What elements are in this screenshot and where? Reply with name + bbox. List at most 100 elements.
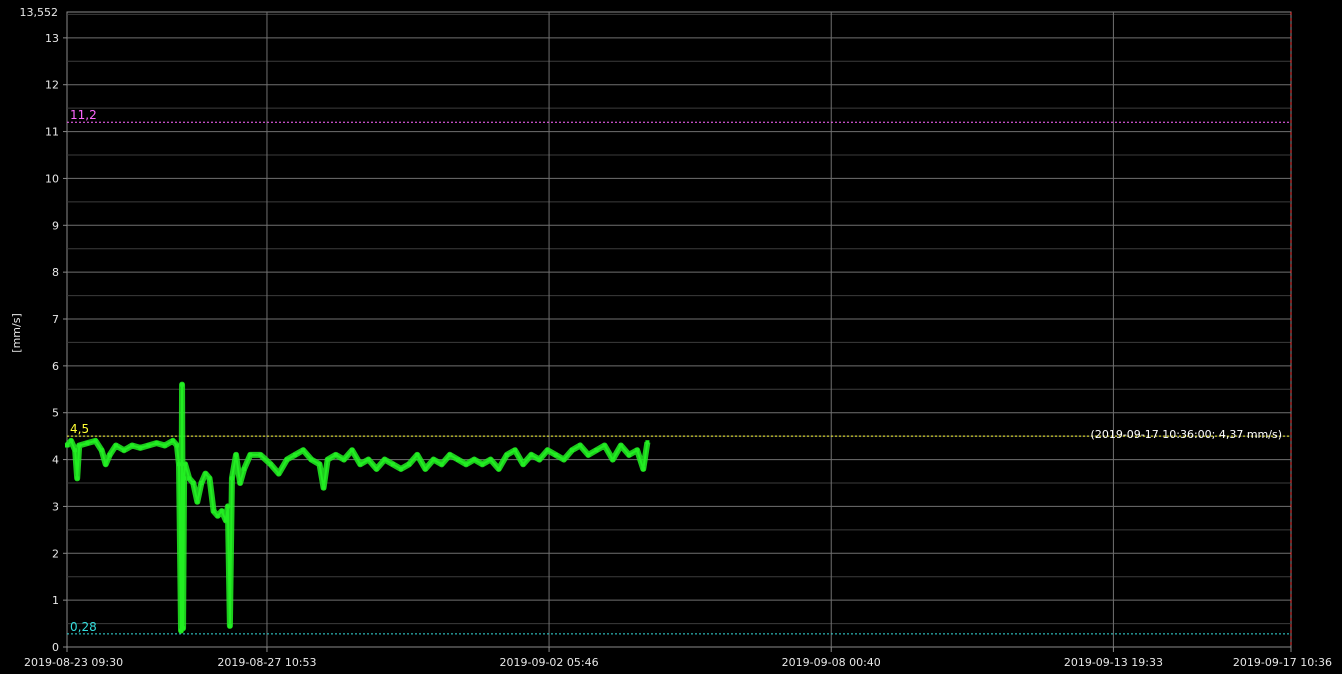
series-point — [321, 485, 326, 490]
series-point — [578, 443, 583, 448]
series-point — [73, 448, 78, 453]
y-tick-label: 11 — [45, 126, 59, 139]
series-point — [586, 452, 591, 457]
series-point — [176, 462, 181, 467]
series-point — [207, 476, 212, 481]
series-point — [512, 448, 517, 453]
series-point — [472, 457, 477, 462]
series-point — [504, 452, 509, 457]
series-point — [561, 457, 566, 462]
series-point — [610, 457, 615, 462]
series-point — [93, 438, 98, 443]
series-point — [645, 440, 650, 445]
y-max-label: 13,552 — [20, 6, 59, 19]
series-point — [146, 443, 151, 448]
series-point — [223, 518, 228, 523]
series-point — [635, 448, 640, 453]
series-point — [358, 462, 363, 467]
y-tick-label: 6 — [52, 360, 59, 373]
series-point — [195, 499, 200, 504]
series-point — [627, 452, 632, 457]
y-tick-label: 13 — [45, 32, 59, 45]
series-point — [594, 448, 599, 453]
y-tick-label: 0 — [52, 641, 59, 654]
series-point — [122, 448, 127, 453]
series-point — [325, 457, 330, 462]
series-point — [333, 452, 338, 457]
series-point — [199, 481, 204, 486]
grid-layer — [66, 11, 1292, 648]
series-point — [529, 452, 534, 457]
series-point — [77, 443, 82, 448]
series-point — [415, 452, 420, 457]
series-point — [398, 466, 403, 471]
series-band — [64, 381, 651, 634]
series-point — [602, 443, 607, 448]
x-tick-label: 2019-09-17 10:36 — [1233, 656, 1332, 669]
y-tick-label: 8 — [52, 266, 59, 279]
series-point — [390, 462, 395, 467]
series-point — [407, 462, 412, 467]
series-point — [284, 457, 289, 462]
series-point — [130, 443, 135, 448]
series-point — [242, 466, 247, 471]
series-point — [317, 462, 322, 467]
series-point — [227, 623, 232, 628]
series-point — [641, 466, 646, 471]
y-tick-label: 7 — [52, 313, 59, 326]
x-tick-label: 2019-08-23 09:30 — [24, 656, 123, 669]
x-tick-label: 2019-09-08 00:40 — [782, 656, 881, 669]
series-point — [107, 452, 112, 457]
series-point — [65, 443, 69, 448]
series-point — [488, 457, 493, 462]
y-tick-label: 2 — [52, 547, 59, 560]
y-tick-label: 3 — [52, 500, 59, 513]
series-point — [174, 443, 179, 448]
series-point — [229, 476, 234, 481]
series-point — [480, 462, 485, 467]
series-point — [182, 476, 187, 481]
series-point — [350, 448, 355, 453]
series-point — [103, 462, 108, 467]
y-tick-label: 12 — [45, 79, 59, 92]
series-point — [234, 452, 239, 457]
series-point — [455, 457, 460, 462]
series-point — [162, 443, 167, 448]
series-point — [341, 457, 346, 462]
cursor-annotation: (2019-09-17 10:36:00; 4,37 mm/s) — [1091, 428, 1282, 441]
series-point — [69, 438, 74, 443]
series-point — [219, 509, 224, 514]
series-point — [545, 448, 550, 453]
y-tick-label: 9 — [52, 219, 59, 232]
series-point — [366, 457, 371, 462]
x-tick-label: 2019-09-13 19:33 — [1064, 656, 1163, 669]
y-tick-label: 4 — [52, 454, 59, 467]
series-point — [238, 481, 243, 486]
series-point — [423, 466, 428, 471]
series-point — [170, 438, 175, 443]
series-point — [301, 448, 306, 453]
y-tick-label: 5 — [52, 407, 59, 420]
series-point — [215, 513, 220, 518]
y-axis-label: [mm/s] — [10, 313, 23, 352]
series-point — [99, 448, 104, 453]
series-point — [496, 466, 501, 471]
series-point — [276, 471, 281, 476]
series-point — [439, 462, 444, 467]
series-point — [618, 443, 623, 448]
series-point — [248, 452, 253, 457]
x-tick-label: 2019-09-02 05:46 — [499, 656, 598, 669]
plot-frame — [66, 11, 1292, 648]
series-point — [225, 504, 230, 509]
series-point — [569, 448, 574, 453]
axis-layer: 0123456789101112132019-08-23 09:30 2019-0… — [24, 32, 1332, 669]
series-point — [154, 441, 159, 446]
series-point — [447, 452, 452, 457]
series-point — [537, 457, 542, 462]
series-point — [203, 471, 208, 476]
series-point — [309, 457, 314, 462]
threshold-label: 4,5 — [70, 422, 89, 436]
series-point — [268, 462, 273, 467]
series-point — [553, 452, 558, 457]
series-point — [75, 476, 80, 481]
